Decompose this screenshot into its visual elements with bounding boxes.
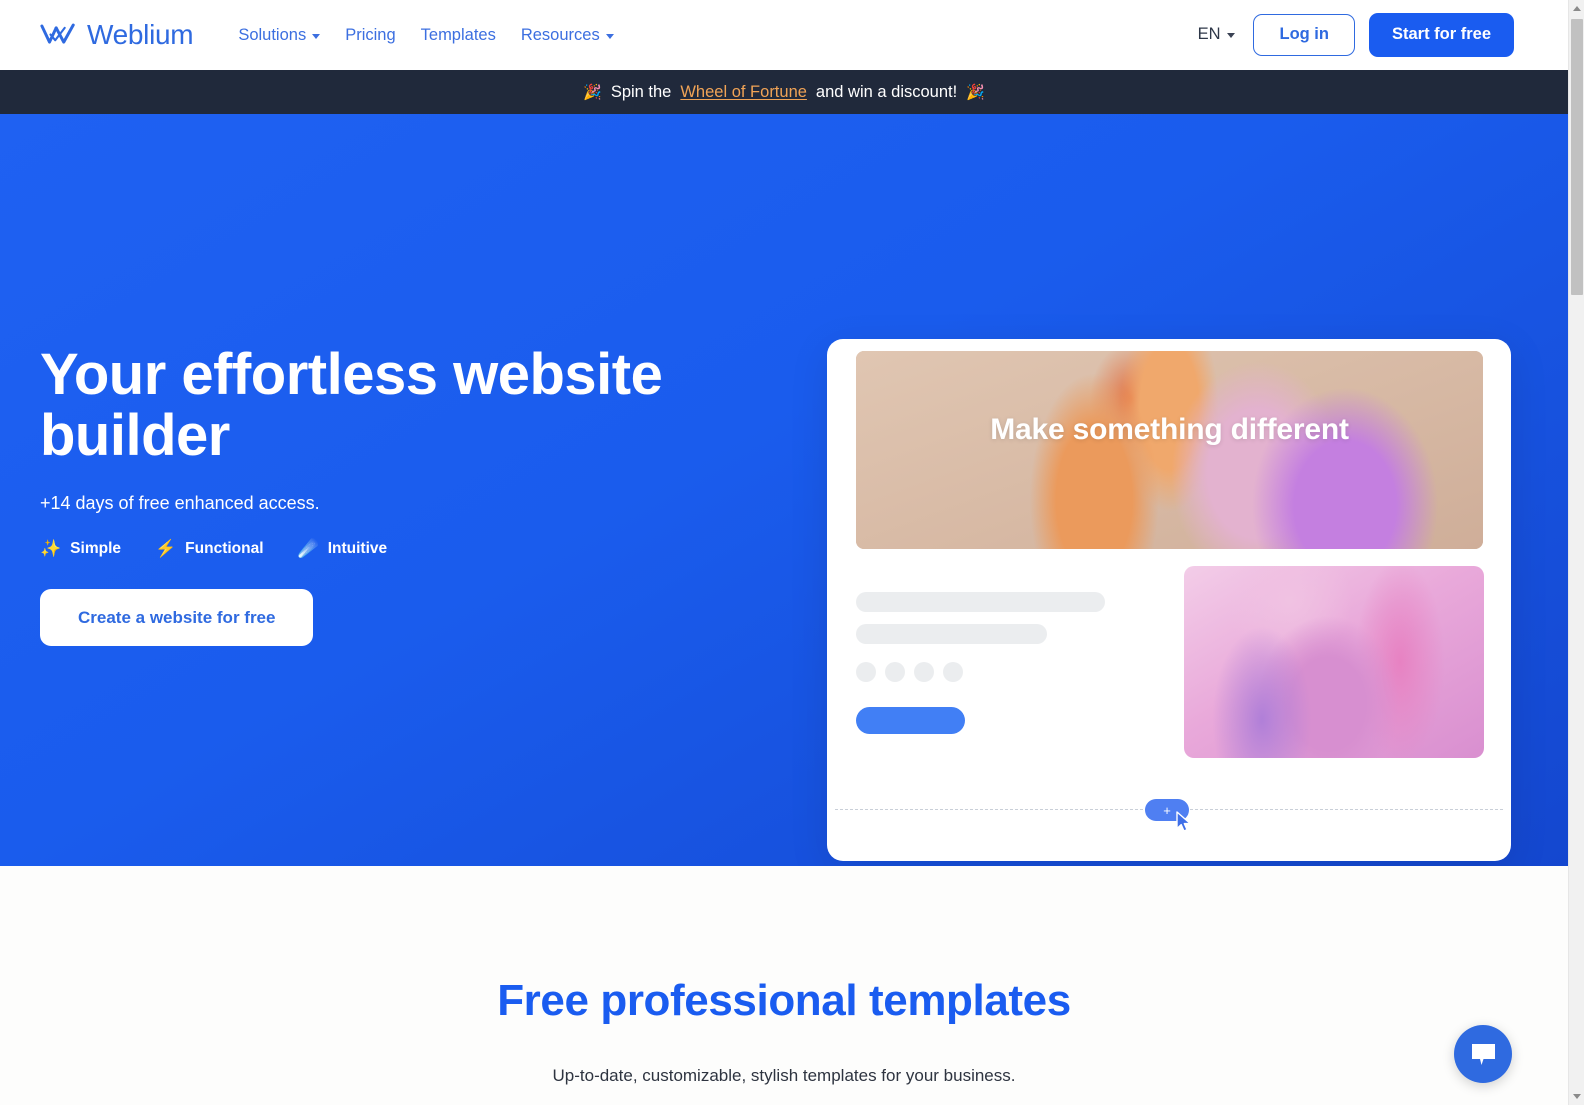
scroll-up-arrow-icon[interactable]	[1569, 0, 1584, 17]
templates-section-title: Free professional templates	[497, 976, 1071, 1025]
badge-label-simple: Simple	[70, 539, 121, 557]
placeholder-dot	[856, 662, 876, 682]
nav-item-solutions[interactable]: Solutions	[238, 25, 321, 45]
language-value: EN	[1197, 25, 1221, 44]
nav-item-resources[interactable]: Resources	[521, 26, 614, 45]
primary-nav: Solutions Pricing Templates Resources	[238, 25, 614, 45]
nav-label-solutions: Solutions	[238, 25, 307, 44]
scroll-down-arrow-icon[interactable]	[1569, 1088, 1584, 1105]
templates-section-subtitle: Up-to-date, customizable, stylish templa…	[552, 1066, 1016, 1085]
mockup-photo	[1184, 566, 1484, 758]
weblium-logo[interactable]: Weblium	[40, 19, 194, 50]
nav-item-templates[interactable]: Templates	[421, 26, 496, 45]
party-popper-icon: 🎉	[583, 84, 602, 101]
mockup-banner: Make something different	[856, 351, 1483, 549]
logo-wordmark: Weblium	[87, 19, 194, 50]
announcement-banner[interactable]: 🎉 Spin the Wheel of Fortune and win a di…	[0, 70, 1568, 114]
page-content: Weblium Solutions Pricing Templates Reso…	[0, 0, 1568, 1105]
nav-label-pricing: Pricing	[345, 25, 396, 44]
triangle-up-glyph	[1573, 6, 1581, 11]
placeholder-text-bar	[856, 624, 1047, 644]
abstract-3d-shapes-image	[856, 351, 1483, 549]
announcement-text-before: Spin the	[610, 82, 672, 101]
chevron-down-icon	[312, 33, 321, 39]
header-actions: EN Log in Start for free	[1198, 13, 1568, 57]
mouse-pointer-icon	[1176, 811, 1191, 832]
hero-title: Your effortless website builder	[40, 342, 663, 469]
mockup-banner-heading: Make something different	[990, 413, 1349, 446]
comet-icon: ☄️	[297, 539, 319, 559]
nav-label-templates: Templates	[420, 25, 496, 44]
badge-label-intuitive: Intuitive	[327, 539, 388, 557]
scrollbar-thumb[interactable]	[1571, 19, 1583, 295]
chevron-down-icon	[605, 33, 614, 39]
abstract-pink-3d-image	[1184, 566, 1484, 758]
hero-feature-badges: ✨ Simple ⚡ Functional ☄️ Intuitive	[40, 540, 680, 558]
badge-functional: ⚡ Functional	[155, 540, 264, 558]
badge-label-functional: Functional	[185, 539, 264, 557]
chat-widget-button[interactable]	[1454, 1025, 1512, 1083]
wheel-of-fortune-link[interactable]: Wheel of Fortune	[680, 83, 807, 102]
nav-item-pricing[interactable]: Pricing	[345, 26, 395, 45]
hero-subtitle: +14 days of free enhanced access.	[40, 492, 320, 513]
language-selector[interactable]: EN	[1198, 25, 1236, 44]
placeholder-dot	[914, 662, 934, 682]
hero-copy: Your effortless website builder +14 days…	[40, 344, 680, 646]
sparkles-icon: ✨	[40, 539, 62, 559]
badge-intuitive: ☄️ Intuitive	[298, 540, 388, 558]
placeholder-text-bar	[856, 592, 1105, 612]
hero-section: Your effortless website builder +14 days…	[0, 114, 1568, 866]
start-for-free-button[interactable]: Start for free	[1368, 13, 1514, 57]
chevron-down-icon	[1227, 33, 1236, 39]
builder-mockup-card: Make something different +	[827, 339, 1511, 861]
lightning-bolt-icon: ⚡	[155, 539, 177, 559]
nav-label-resources: Resources	[520, 25, 600, 44]
hero-inner: Your effortless website builder +14 days…	[0, 114, 1568, 866]
badge-simple: ✨ Simple	[40, 540, 121, 558]
weblium-w-check-logo-icon	[40, 23, 75, 44]
site-header: Weblium Solutions Pricing Templates Reso…	[0, 0, 1568, 70]
triangle-down-glyph	[1573, 1094, 1581, 1099]
placeholder-dot	[943, 662, 963, 682]
browser-viewport: Weblium Solutions Pricing Templates Reso…	[0, 0, 1584, 1105]
vertical-scrollbar[interactable]	[1568, 0, 1584, 1105]
create-website-button[interactable]: Create a website for free	[40, 588, 314, 646]
mockup-cta-placeholder-button[interactable]	[856, 707, 965, 734]
announcement-text-after: and win a discount!	[815, 82, 958, 101]
chat-bubble-icon	[1471, 1043, 1495, 1065]
placeholder-dot	[885, 662, 905, 682]
login-button[interactable]: Log in	[1253, 14, 1355, 56]
party-popper-icon: 🎉	[966, 84, 985, 101]
templates-section: Free professional templates Up-to-date, …	[0, 866, 1568, 1086]
